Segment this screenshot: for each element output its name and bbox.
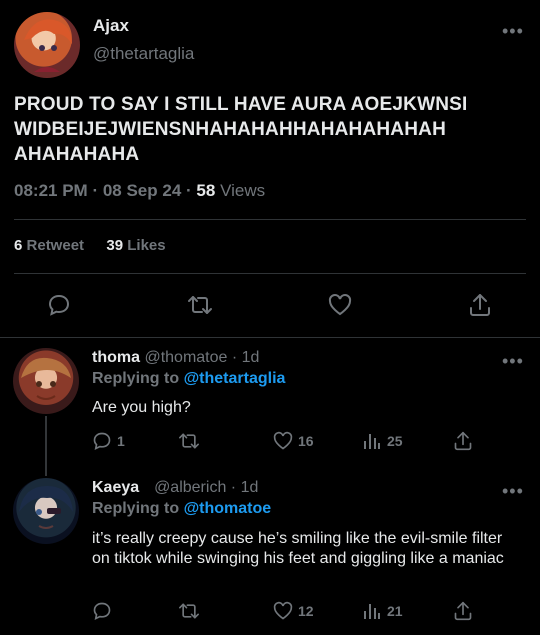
main-tweet-text: PROUD TO SAY I STILL HAVE AURA AOEJKWNSI… [14,94,468,165]
retweet-count: 6 [14,237,23,254]
meta-separator: · [231,349,238,366]
reply-author-name[interactable]: thoma [92,349,140,366]
thread-line [45,416,47,476]
reply-text: it’s really creepy cause he’s smiling li… [92,530,504,567]
like-icon [273,431,293,450]
retweet-label: Retweet [26,237,85,254]
retweet-icon [178,603,199,619]
more-icon[interactable]: ••• [502,482,524,500]
main-tweet-meta: 08:21 PM · 08 Sep 24 · 58 Views [14,181,265,201]
reply-author-name[interactable]: Kaeya [92,479,139,496]
reply-icon[interactable] [47,293,71,317]
like-count: 16 [298,433,314,449]
view-count: 25 [387,433,403,449]
meta-separator: · [230,479,237,496]
reply-author-handle[interactable]: @alberich [154,479,226,496]
like-button[interactable]: 16 [272,431,314,451]
replying-prefix: Replying to [92,500,180,517]
ajax-avatar[interactable] [14,12,80,78]
reply-header: thoma @thomatoe · 1d [92,349,259,367]
reply-icon [93,432,111,450]
meta-separator: · [92,181,103,200]
thoma-avatar[interactable] [13,348,79,414]
likes-label: Likes [127,237,166,254]
reply-button[interactable]: 1 [92,431,125,451]
share-icon [454,601,472,621]
retweet-stat[interactable]: 6 Retweet [14,237,88,254]
retweet-icon[interactable] [187,293,213,317]
retweet-button[interactable] [178,431,205,451]
view-count: 21 [387,603,403,619]
reply-button[interactable] [92,601,117,621]
meta-separator: · [186,181,197,200]
like-icon [273,601,293,620]
replying-handle-link[interactable]: @thetartaglia [184,370,286,387]
tweet-time[interactable]: 08:21 PM [14,181,88,200]
share-icon [454,431,472,451]
tweet-stats: 6 Retweet 39 Likes [14,237,166,254]
share-icon[interactable] [468,292,492,318]
views-icon [364,604,380,619]
replying-prefix: Replying to [92,370,180,387]
replying-to: Replying to @thetartaglia [92,370,285,388]
tweet-date[interactable]: 08 Sep 24 [103,181,181,200]
main-author-name[interactable]: Ajax [93,16,129,36]
views-label: Views [220,181,266,200]
reply-age[interactable]: 1d [242,349,260,366]
kaeya-avatar[interactable] [13,478,79,544]
share-button[interactable] [453,600,473,627]
reply-count: 1 [117,433,125,449]
reply-author-handle[interactable]: @thomatoe [144,349,227,366]
views-count: 58 [196,181,216,200]
reply-text: Are you high? [92,399,191,416]
replying-handle-link[interactable]: @thomatoe [184,500,272,517]
reply-header: Kaeya @alberich · 1d [92,479,258,497]
divider [14,219,526,220]
likes-count: 39 [106,237,124,254]
retweet-icon [178,433,199,449]
retweet-button[interactable] [178,601,205,621]
reply-age[interactable]: 1d [241,479,259,496]
share-button[interactable] [453,430,473,457]
like-count: 12 [298,603,314,619]
like-icon[interactable] [327,293,353,317]
main-author-handle[interactable]: @thetartaglia [93,44,194,64]
more-icon[interactable]: ••• [502,352,524,370]
views-button[interactable]: 25 [362,431,403,451]
likes-stat[interactable]: 39 Likes [106,237,165,254]
replying-to: Replying to @thomatoe [92,500,271,518]
divider [14,273,526,274]
like-button[interactable]: 12 [272,601,314,621]
reply-icon [93,602,111,620]
views-button[interactable]: 21 [362,601,403,621]
views-icon [364,434,380,449]
divider [0,337,540,338]
more-icon[interactable]: ••• [502,22,524,40]
